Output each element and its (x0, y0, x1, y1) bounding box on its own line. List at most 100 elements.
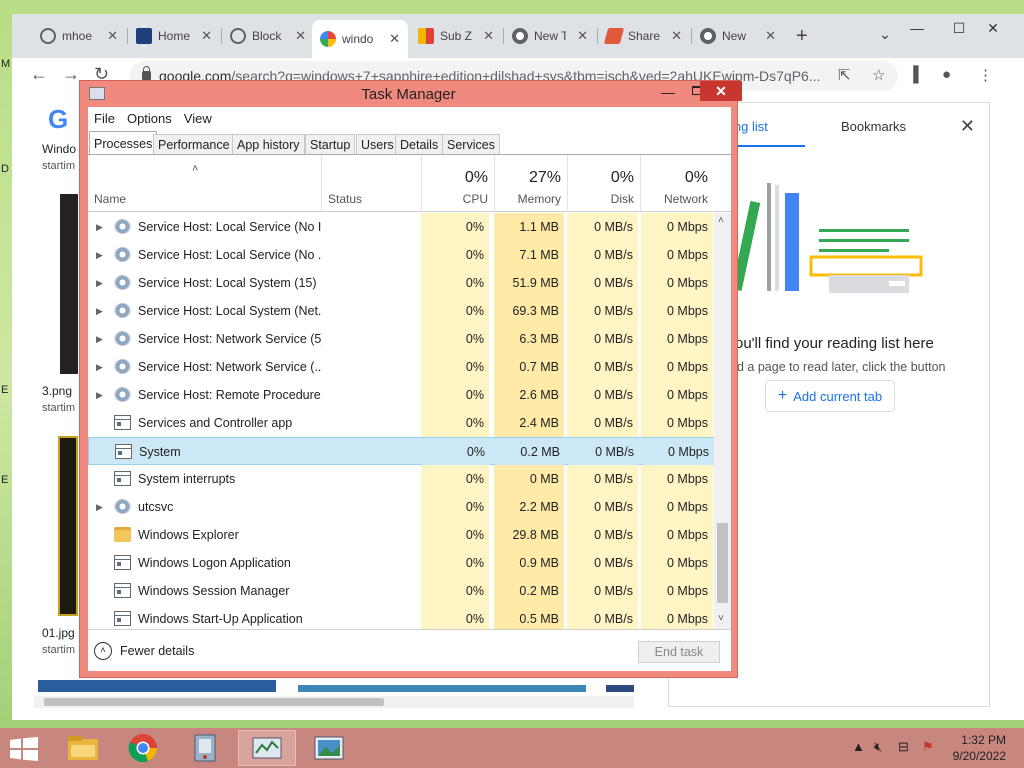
start-windows-icon[interactable] (10, 737, 38, 761)
minimize-button[interactable]: — (902, 20, 932, 36)
menu-options[interactable]: Options (127, 111, 172, 126)
new-tab-button[interactable]: + (796, 25, 808, 48)
back-icon[interactable]: ← (30, 64, 48, 85)
expand-arrow-icon[interactable]: ▶ (96, 241, 103, 269)
process-row[interactable]: ▶ Service Host: Network Service (... 0% 0.7… (88, 353, 714, 381)
system-clock[interactable]: 1:32 PM 9/20/2022 (940, 732, 1006, 764)
close-icon[interactable]: ✕ (201, 28, 212, 44)
scrollbar-thumb[interactable] (717, 523, 728, 603)
share-icon[interactable]: ⇱ (838, 66, 851, 84)
tab-bookmarks[interactable]: Bookmarks (841, 119, 906, 134)
close-icon[interactable]: ✕ (671, 28, 682, 44)
close-button[interactable]: ✕ (978, 20, 1008, 37)
show-hidden-icons[interactable]: ▲ (852, 739, 865, 754)
menu-view[interactable]: View (184, 111, 212, 126)
scroll-up-icon[interactable]: ˄ (718, 215, 724, 226)
expand-arrow-icon[interactable]: ▶ (96, 297, 103, 325)
expand-arrow-icon[interactable]: ▶ (96, 381, 103, 409)
expand-arrow-icon[interactable]: ▶ (96, 325, 103, 353)
process-row[interactable]: ▶ Service Host: Network Service (5) 0% 6.3 … (88, 325, 714, 353)
expand-arrow-icon[interactable]: ▶ (96, 353, 103, 381)
process-row[interactable]: Windows Logon Application 0% 0.9 MB 0 MB/s 0… (88, 549, 714, 577)
window-title: Task Manager (361, 86, 456, 103)
scroll-down-icon[interactable]: ˅ (718, 613, 724, 624)
close-icon[interactable]: ✕ (765, 28, 776, 44)
tab-details[interactable]: Details (395, 134, 444, 154)
network-icon[interactable]: ⊟ (898, 739, 909, 755)
more-menu-icon[interactable]: ⋮ (978, 66, 993, 84)
browser-tab-active[interactable]: windo ✕ (312, 20, 408, 58)
browser-tab[interactable]: Home ✕ (128, 22, 220, 50)
process-row[interactable]: ▶ Service Host: Local Service (No I... 0% 1… (88, 213, 714, 241)
image-thumbnail[interactable] (38, 680, 276, 692)
image-thumbnail[interactable] (60, 194, 78, 374)
taskbar-picture-viewer[interactable] (300, 730, 358, 766)
process-row[interactable]: ▶ Service Host: Local System (15) 0% 51.9 M… (88, 269, 714, 297)
title-bar[interactable]: Task Manager — ✕ (80, 81, 742, 107)
process-row[interactable]: ▶ utcsvc 0% 2.2 MB 0 MB/s 0 Mbps (88, 493, 714, 521)
process-row[interactable]: ▶ Service Host: Remote Procedure... 0% 2.6 … (88, 381, 714, 409)
taskbar-explorer[interactable] (54, 730, 112, 766)
browser-tab[interactable]: Block ✕ (222, 22, 314, 50)
tab-users[interactable]: Users (356, 134, 399, 154)
taskbar-app[interactable] (176, 730, 234, 766)
image-thumbnail[interactable] (298, 685, 586, 692)
result-title[interactable]: Windo (42, 142, 76, 156)
browser-tab[interactable]: Sub Z ✕ (410, 22, 502, 50)
add-current-tab-button[interactable]: + Add current tab (765, 380, 895, 412)
close-button[interactable]: ✕ (700, 81, 742, 101)
process-row[interactable]: ▶ Service Host: Local Service (No ... 0% 7.… (88, 241, 714, 269)
forward-icon[interactable]: → (62, 64, 80, 85)
image-thumbnail[interactable] (58, 436, 78, 616)
minimize-button[interactable]: — (661, 84, 675, 100)
maximize-button[interactable]: ☐ (944, 20, 974, 37)
tab-app-history[interactable]: App history (232, 134, 305, 154)
vertical-scrollbar[interactable]: ˄ ˅ (714, 213, 731, 629)
column-disk[interactable]: 0% Disk (567, 155, 640, 212)
taskbar-chrome[interactable] (114, 730, 172, 766)
expand-arrow-icon[interactable]: ▶ (96, 269, 103, 297)
close-icon[interactable]: ✕ (577, 28, 588, 44)
image-thumbnail[interactable] (606, 685, 634, 692)
profile-avatar-icon[interactable]: ● (942, 66, 951, 83)
result-title[interactable]: 01.jpg (42, 626, 75, 640)
volume-muted-icon[interactable]: 🔇︎ (874, 739, 882, 755)
process-row[interactable]: Services and Controller app 0% 2.4 MB 0 MB/… (88, 409, 714, 437)
taskbar-task-manager[interactable] (238, 730, 296, 766)
column-memory[interactable]: 27% Memory (494, 155, 567, 212)
bookmark-star-icon[interactable]: ☆ (872, 66, 885, 84)
browser-tab[interactable]: Share ✕ (598, 22, 690, 50)
process-row[interactable]: Windows Start-Up Application 0% 0.5 MB 0 MB… (88, 605, 714, 629)
process-row[interactable]: Windows Explorer 0% 29.8 MB 0 MB/s 0 Mbps (88, 521, 714, 549)
action-center-icon[interactable]: ⚑ (922, 739, 934, 755)
menu-file[interactable]: File (94, 111, 115, 126)
browser-tab[interactable]: New T ✕ (504, 22, 596, 50)
expand-arrow-icon[interactable]: ▶ (96, 213, 103, 241)
close-icon[interactable]: ✕ (960, 116, 975, 137)
tab-services[interactable]: Services (442, 134, 500, 154)
close-icon[interactable]: ✕ (107, 28, 118, 44)
tab-performance[interactable]: Performance (153, 134, 235, 154)
column-status[interactable]: Status (328, 192, 362, 206)
process-row[interactable]: System interrupts 0% 0 MB 0 MB/s 0 Mbps (88, 465, 714, 493)
browser-tab[interactable]: mhoe ✕ (32, 22, 126, 50)
close-icon[interactable]: ✕ (295, 28, 306, 44)
column-name[interactable]: Name (94, 192, 126, 206)
column-cpu[interactable]: 0% CPU (421, 155, 494, 212)
tab-search-icon[interactable]: ⌄ (870, 26, 900, 43)
close-icon[interactable]: ✕ (483, 28, 494, 44)
tab-startup[interactable]: Startup (305, 134, 356, 154)
expand-arrow-icon[interactable]: ▶ (96, 493, 103, 521)
side-panel-icon[interactable]: ▐ (908, 66, 919, 83)
browser-tab[interactable]: New ✕ (692, 22, 784, 50)
column-network[interactable]: 0% Network (640, 155, 714, 212)
fewer-details-button[interactable]: ˄ Fewer details (94, 642, 194, 660)
end-task-button[interactable]: End task (638, 641, 720, 663)
close-icon[interactable]: ✕ (389, 31, 400, 47)
tab-processes[interactable]: Processes (89, 131, 158, 155)
result-title[interactable]: 3.png (42, 384, 72, 398)
process-row[interactable]: Windows Session Manager 0% 0.2 MB 0 MB/s 0 M… (88, 577, 714, 605)
process-row[interactable]: System 0% 0.2 MB 0 MB/s 0 Mbps (88, 437, 714, 466)
horizontal-scrollbar[interactable] (34, 696, 634, 708)
process-row[interactable]: ▶ Service Host: Local System (Net... 0% 69.… (88, 297, 714, 325)
